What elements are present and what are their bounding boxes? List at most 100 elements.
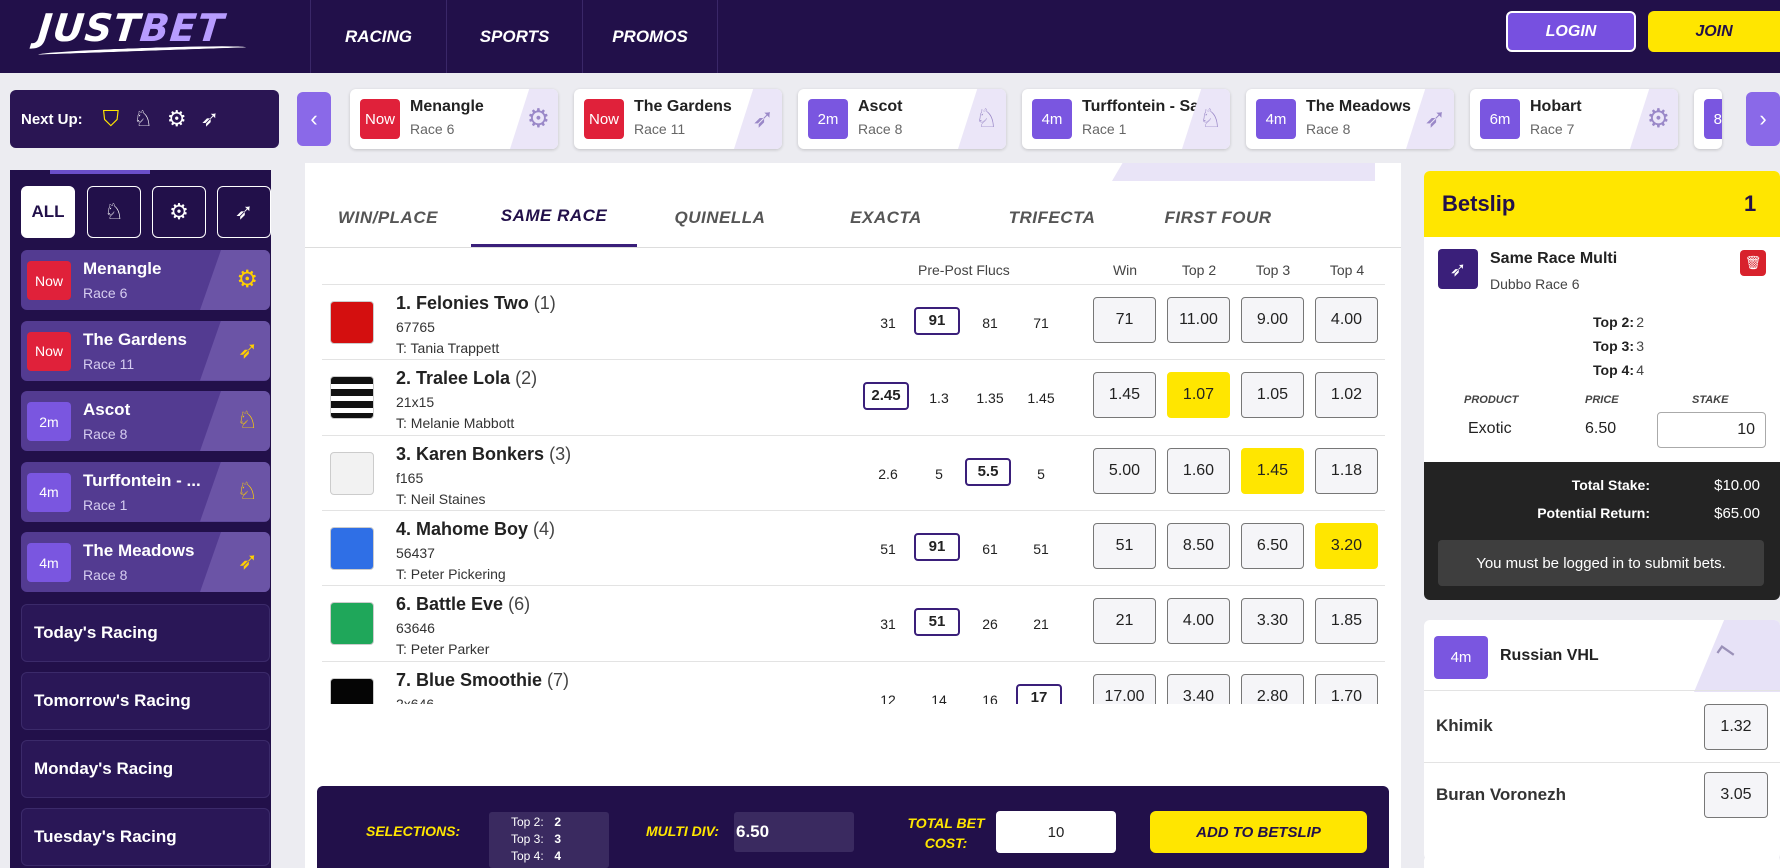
- add-to-betslip-button[interactable]: ADD TO BETSLIP: [1150, 811, 1367, 853]
- bet-name: Same Race Multi: [1490, 250, 1618, 267]
- product-value: Exotic: [1468, 420, 1512, 437]
- divider: [1424, 690, 1780, 691]
- fluc-value: 51: [914, 608, 960, 637]
- bs-sel-top4-value: 4: [1636, 362, 1644, 378]
- bs-sel-top3-value: 3: [1636, 338, 1644, 354]
- selections-label: SELECTIONS:: [366, 823, 461, 839]
- table-row: 3. Karen Bonkers (3) f165 T: Neil Staine…: [322, 434, 1385, 510]
- total-bet-cost-label: TOTAL BET COST:: [907, 815, 985, 851]
- selections-summary: Top 2: 2 Top 3: 3 Top 4: 4: [489, 812, 609, 868]
- odds-button[interactable]: 71: [1093, 297, 1156, 343]
- fluc-value: 2.6: [878, 465, 898, 482]
- fluc-value: 61: [982, 540, 998, 557]
- odds-button[interactable]: 1.85: [1315, 598, 1378, 645]
- runner-form: f165: [396, 469, 424, 486]
- runner-name: 7. Blue Smoothie (7): [396, 669, 570, 690]
- odds-button[interactable]: 1.02: [1315, 372, 1378, 419]
- fluc-value: 1.35: [976, 390, 1004, 407]
- price-value: 6.50: [1585, 420, 1617, 437]
- fluc-value: 91: [914, 532, 960, 561]
- odds-button[interactable]: 8.50: [1167, 522, 1230, 569]
- odds-button[interactable]: 1.45: [1241, 447, 1304, 494]
- fluc-value: 2.45: [863, 382, 909, 411]
- sport-event-title[interactable]: Russian VHL: [1500, 647, 1599, 665]
- fluc-value: 81: [982, 315, 998, 331]
- odds-button[interactable]: 4.00: [1167, 598, 1230, 645]
- runner-name: 4. Mahome Boy (4): [396, 518, 556, 539]
- fluc-value: 1.45: [1027, 390, 1055, 407]
- team-name: Buran Voronezh: [1436, 785, 1567, 804]
- fluc-value: 31: [880, 315, 896, 331]
- odds-button[interactable]: 21: [1093, 598, 1156, 645]
- multi-div-value: 6.50: [734, 812, 854, 852]
- jockey-silk: [330, 376, 374, 420]
- odds-button[interactable]: 3.20: [1315, 522, 1378, 569]
- runner-name: 2. Tralee Lola (2): [396, 368, 538, 389]
- fluc-value: 5: [935, 465, 943, 482]
- col-product: PRODUCT: [1464, 394, 1519, 406]
- card-accent: [1694, 620, 1780, 692]
- runner-name: 6. Battle Eve (6): [396, 594, 531, 615]
- remove-bet-icon[interactable]: 🗑: [1740, 250, 1766, 276]
- odds-button[interactable]: 9.00: [1241, 297, 1304, 343]
- login-required-note: You must be logged in to submit bets.: [1438, 540, 1764, 586]
- stake-input[interactable]: 10: [1657, 412, 1766, 448]
- next-card-peek: [1424, 855, 1780, 868]
- sport-time-badge: 4m: [1434, 636, 1488, 679]
- fluc-value: 26: [982, 616, 998, 633]
- bs-sel-top4-label: Top 4:: [1593, 362, 1634, 378]
- runner-trainer: T: Peter Pickering: [396, 565, 506, 582]
- multi-div-label: MULTI DIV:: [646, 823, 720, 839]
- runner-trainer: T: Neil Staines: [396, 490, 486, 507]
- runner-trainer: T: Peter Parker: [396, 641, 490, 658]
- odds-button[interactable]: 51: [1093, 522, 1156, 569]
- multi-icon: ➶: [1438, 249, 1478, 289]
- total-bet-cost-input[interactable]: 10: [996, 811, 1116, 853]
- team-odd-button[interactable]: 3.05: [1704, 772, 1768, 818]
- runner-form: 21x15: [396, 394, 435, 411]
- fluc-value: 91: [914, 307, 960, 335]
- odds-button[interactable]: 11.00: [1167, 297, 1230, 343]
- bet-subtitle: Dubbo Race 6: [1490, 276, 1580, 292]
- odds-button[interactable]: 4.00: [1315, 297, 1378, 343]
- runner-name: 1. Felonies Two (1): [396, 293, 556, 313]
- divider: [1424, 762, 1780, 763]
- potential-return-label: Potential Return:: [1537, 505, 1650, 521]
- jockey-silk: [330, 602, 374, 646]
- table-row: 1. Felonies Two (1) 67765 T: Tania Trapp…: [322, 284, 1385, 359]
- fluc-value: 5.5: [965, 457, 1011, 486]
- fluc-value: 31: [880, 616, 896, 633]
- betslip-count: 1: [1744, 191, 1757, 216]
- runner-trainer: T: Melanie Mabbott: [396, 415, 515, 432]
- odds-button[interactable]: 1.60: [1167, 447, 1230, 494]
- fluc-value: 51: [880, 540, 896, 557]
- team-odd-button[interactable]: 1.32: [1704, 704, 1768, 750]
- betslip-title: Betslip: [1442, 191, 1516, 216]
- sidebar-day-link[interactable]: Monday's Racing: [21, 740, 270, 798]
- odds-button[interactable]: 1.45: [1093, 372, 1156, 419]
- odds-button[interactable]: 1.07: [1167, 372, 1230, 419]
- odds-button[interactable]: 1.18: [1315, 447, 1378, 494]
- col-stake: STAKE: [1692, 394, 1729, 406]
- jockey-silk: [330, 526, 374, 570]
- odds-button[interactable]: 5.00: [1093, 447, 1156, 494]
- odds-button[interactable]: 1.05: [1241, 372, 1304, 419]
- runner-trainer: T: Tania Trappett: [396, 340, 500, 356]
- sidebar-day-link[interactable]: Tuesday's Racing: [21, 808, 270, 866]
- runner-form: 56437: [396, 544, 435, 561]
- fluc-value: 21: [1033, 616, 1049, 633]
- odds-button[interactable]: 3.30: [1241, 598, 1304, 645]
- runner-form: 67765: [396, 319, 435, 335]
- bs-sel-top2-value: 2: [1636, 314, 1644, 330]
- potential-return-value: $65.00: [1714, 505, 1760, 522]
- jockey-silk: [330, 301, 374, 344]
- odds-button[interactable]: 6.50: [1241, 522, 1304, 569]
- bs-sel-top2-label: Top 2:: [1593, 314, 1634, 330]
- runner-name: 3. Karen Bonkers (3): [396, 443, 572, 464]
- total-stake-value: $10.00: [1714, 477, 1760, 494]
- fluc-value: 1.3: [929, 390, 949, 407]
- jockey-silk: [330, 451, 374, 495]
- table-row: 2. Tralee Lola (2) 21x15 T: Melanie Mabb…: [322, 359, 1385, 434]
- fluc-value: 51: [1033, 540, 1049, 557]
- bs-sel-top3-label: Top 3:: [1593, 338, 1634, 354]
